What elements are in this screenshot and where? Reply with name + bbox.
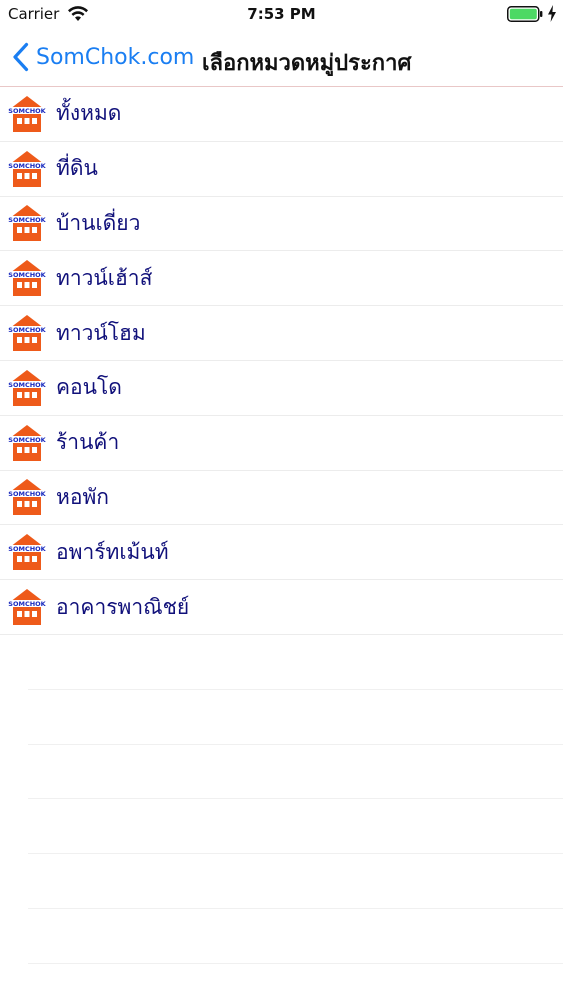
page-title: เลือกหมวดหมู่ประกาศ	[202, 51, 412, 76]
somchok-logo-icon: SOMCHOK	[7, 150, 47, 187]
somchok-logo-icon: SOMCHOK	[7, 589, 47, 626]
back-button-label: SomChok.com	[36, 44, 195, 70]
category-row-condo[interactable]: SOMCHOK คอนโด	[0, 361, 563, 416]
empty-table-row	[28, 909, 563, 964]
category-row-shop[interactable]: SOMCHOK ร้านค้า	[0, 416, 563, 471]
svg-text:SOMCHOK: SOMCHOK	[8, 107, 46, 115]
status-time: 7:53 PM	[247, 5, 316, 23]
somchok-logo-icon: SOMCHOK	[7, 205, 47, 242]
category-label: คอนโด	[56, 375, 122, 400]
category-row-townhome[interactable]: SOMCHOK ทาวน์โฮม	[0, 306, 563, 361]
category-row-land[interactable]: SOMCHOK ที่ดิน	[0, 142, 563, 197]
svg-text:SOMCHOK: SOMCHOK	[8, 436, 46, 444]
svg-text:SOMCHOK: SOMCHOK	[8, 216, 46, 224]
empty-table-row	[28, 799, 563, 855]
back-button[interactable]: SomChok.com	[12, 40, 194, 74]
category-list: SOMCHOK ทั้งหมด SOMCHOK ที่ดิน SOMCHOK บ…	[0, 87, 563, 964]
category-label: ทาวน์เฮ้าส์	[56, 265, 153, 290]
svg-text:SOMCHOK: SOMCHOK	[8, 490, 46, 498]
svg-text:SOMCHOK: SOMCHOK	[8, 326, 46, 334]
somchok-logo-icon: SOMCHOK	[7, 424, 47, 461]
svg-text:SOMCHOK: SOMCHOK	[8, 545, 46, 553]
navigation-bar: SomChok.com เลือกหมวดหมู่ประกาศ	[0, 28, 563, 87]
category-label: ทั้งหมด	[56, 101, 122, 126]
category-label: ร้านค้า	[56, 430, 120, 455]
category-row-commercial-building[interactable]: SOMCHOK อาคารพาณิชย์	[0, 580, 563, 635]
category-label: อาคารพาณิชย์	[56, 594, 190, 619]
status-bar: Carrier 7:53 PM	[0, 0, 563, 28]
empty-table-row	[28, 745, 563, 800]
somchok-logo-icon: SOMCHOK	[7, 369, 47, 406]
category-row-townhouse[interactable]: SOMCHOK ทาวน์เฮ้าส์	[0, 251, 563, 307]
somchok-logo-icon: SOMCHOK	[7, 534, 47, 571]
svg-text:SOMCHOK: SOMCHOK	[8, 600, 46, 608]
battery-icon	[507, 6, 543, 22]
somchok-logo-icon: SOMCHOK	[7, 260, 47, 297]
somchok-logo-icon: SOMCHOK	[7, 315, 47, 352]
empty-table-row	[28, 635, 563, 690]
somchok-logo-icon: SOMCHOK	[7, 95, 47, 132]
category-label: ทาวน์โฮม	[56, 320, 146, 345]
empty-table-row	[28, 854, 563, 909]
svg-text:SOMCHOK: SOMCHOK	[8, 162, 46, 170]
empty-table-row	[28, 690, 563, 745]
category-label: ที่ดิน	[56, 156, 98, 181]
svg-text:SOMCHOK: SOMCHOK	[8, 271, 46, 279]
svg-text:SOMCHOK: SOMCHOK	[8, 381, 46, 389]
category-label: อพาร์ทเม้นท์	[56, 539, 169, 564]
category-label: หอพัก	[56, 484, 110, 509]
category-row-detached-house[interactable]: SOMCHOK บ้านเดี่ยว	[0, 197, 563, 252]
category-label: บ้านเดี่ยว	[56, 210, 141, 235]
category-row-all[interactable]: SOMCHOK ทั้งหมด	[0, 87, 563, 142]
somchok-logo-icon: SOMCHOK	[7, 479, 47, 516]
chevron-left-icon	[13, 42, 29, 72]
charging-bolt-icon	[548, 5, 556, 22]
category-row-dormitory[interactable]: SOMCHOK หอพัก	[0, 471, 563, 526]
category-row-apartment[interactable]: SOMCHOK อพาร์ทเม้นท์	[0, 525, 563, 581]
